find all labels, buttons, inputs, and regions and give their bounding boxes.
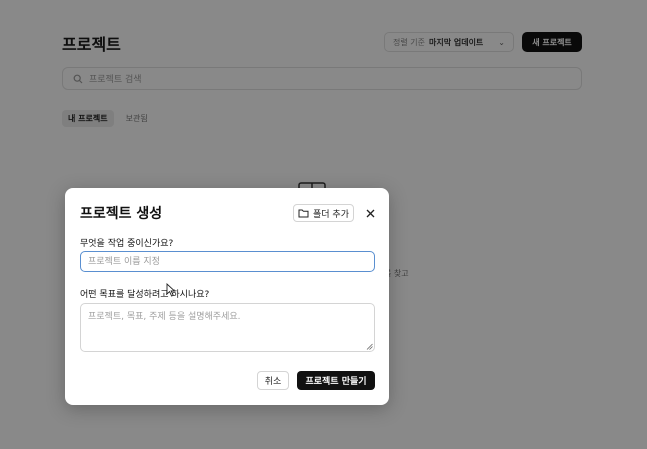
add-folder-button[interactable]: 폴더 추가 bbox=[293, 204, 354, 222]
project-goal-textarea[interactable] bbox=[80, 303, 375, 352]
mouse-cursor-icon bbox=[166, 283, 176, 297]
project-name-input[interactable] bbox=[80, 251, 375, 272]
project-goal-label: 어떤 목표를 달성하려고 하시나요? bbox=[80, 290, 210, 300]
close-button[interactable] bbox=[363, 206, 377, 220]
folder-icon bbox=[298, 209, 309, 218]
dialog-title: 프로젝트 생성 bbox=[80, 206, 163, 222]
create-project-dialog: 프로젝트 생성 폴더 추가 무엇을 작업 중이신가요? 어떤 목표를 달성하려고… bbox=[65, 188, 389, 405]
create-project-button[interactable]: 프로젝트 만들기 bbox=[297, 371, 375, 390]
resize-grip-icon[interactable] bbox=[366, 343, 373, 350]
cancel-button[interactable]: 취소 bbox=[257, 371, 289, 390]
close-icon bbox=[366, 209, 374, 217]
add-folder-label: 폴더 추가 bbox=[313, 209, 349, 220]
project-name-label: 무엇을 작업 중이신가요? bbox=[80, 239, 174, 249]
